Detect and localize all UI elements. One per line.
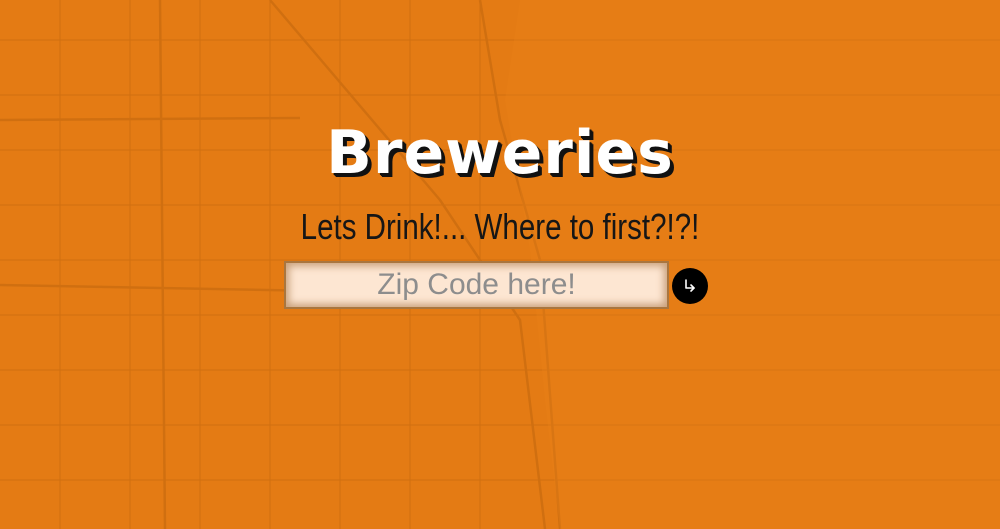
- zip-search-form: [284, 261, 669, 309]
- zip-code-input[interactable]: [284, 261, 669, 309]
- enter-arrow-icon: [685, 279, 695, 292]
- page-subtitle: Lets Drink!... Where to first?!?!: [300, 206, 700, 247]
- page-title: Breweries: [326, 118, 674, 188]
- submit-zip-button[interactable]: [672, 268, 708, 304]
- hero-section: Breweries Lets Drink!... Where to first?…: [0, 0, 1000, 529]
